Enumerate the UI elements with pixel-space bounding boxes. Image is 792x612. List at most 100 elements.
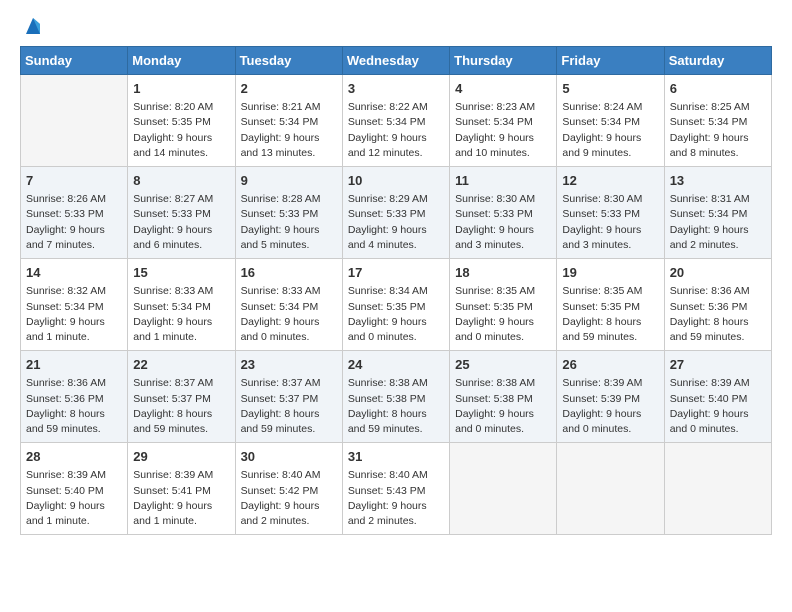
calendar-cell bbox=[557, 443, 664, 535]
calendar-cell: 2 Sunrise: 8:21 AM Sunset: 5:34 PM Daylig… bbox=[235, 75, 342, 167]
day-info: Sunrise: 8:30 AM Sunset: 5:33 PM Dayligh… bbox=[562, 192, 658, 253]
day-number: 20 bbox=[670, 264, 766, 282]
calendar-cell: 17Sunrise: 8:34 AM Sunset: 5:35 PM Dayli… bbox=[342, 259, 449, 351]
day-number: 2 bbox=[241, 80, 337, 98]
day-info: Sunrise: 8:39 AM Sunset: 5:40 PM Dayligh… bbox=[26, 468, 122, 529]
calendar-cell: 13 Sunrise: 8:31 AM Sunset: 5:34 PM Dayli… bbox=[664, 167, 771, 259]
calendar-cell bbox=[450, 443, 557, 535]
calendar-week-row: 14Sunrise: 8:32 AM Sunset: 5:34 PM Dayli… bbox=[21, 259, 772, 351]
day-number: 22 bbox=[133, 356, 229, 374]
day-header-friday: Friday bbox=[557, 47, 664, 75]
calendar-week-row: 1 Sunrise: 8:20 AM Sunset: 5:35 PM Daylig… bbox=[21, 75, 772, 167]
day-number: 25 bbox=[455, 356, 551, 374]
day-info: Sunrise: 8:37 AM Sunset: 5:37 PM Dayligh… bbox=[133, 376, 229, 437]
day-info: Sunrise: 8:31 AM Sunset: 5:34 PM Dayligh… bbox=[670, 192, 766, 253]
calendar-table: SundayMondayTuesdayWednesdayThursdayFrid… bbox=[20, 46, 772, 535]
logo bbox=[20, 16, 44, 38]
day-info: Sunrise: 8:25 AM Sunset: 5:34 PM Dayligh… bbox=[670, 100, 766, 161]
calendar-cell: 19 Sunrise: 8:35 AM Sunset: 5:35 PM Dayli… bbox=[557, 259, 664, 351]
calendar-cell: 18 Sunrise: 8:35 AM Sunset: 5:35 PM Dayli… bbox=[450, 259, 557, 351]
day-info: Sunrise: 8:35 AM Sunset: 5:35 PM Dayligh… bbox=[562, 284, 658, 345]
day-info: Sunrise: 8:20 AM Sunset: 5:35 PM Dayligh… bbox=[133, 100, 229, 161]
calendar-cell: 22 Sunrise: 8:37 AM Sunset: 5:37 PM Dayli… bbox=[128, 351, 235, 443]
day-info: Sunrise: 8:37 AM Sunset: 5:37 PM Dayligh… bbox=[241, 376, 337, 437]
calendar-cell: 29 Sunrise: 8:39 AM Sunset: 5:41 PM Dayli… bbox=[128, 443, 235, 535]
day-number: 29 bbox=[133, 448, 229, 466]
day-number: 17 bbox=[348, 264, 444, 282]
day-info: Sunrise: 8:22 AM Sunset: 5:34 PM Dayligh… bbox=[348, 100, 444, 161]
day-info: Sunrise: 8:39 AM Sunset: 5:40 PM Dayligh… bbox=[670, 376, 766, 437]
calendar-cell: 28Sunrise: 8:39 AM Sunset: 5:40 PM Dayli… bbox=[21, 443, 128, 535]
day-number: 1 bbox=[133, 80, 229, 98]
day-number: 11 bbox=[455, 172, 551, 190]
calendar-cell bbox=[664, 443, 771, 535]
day-info: Sunrise: 8:26 AM Sunset: 5:33 PM Dayligh… bbox=[26, 192, 122, 253]
day-header-tuesday: Tuesday bbox=[235, 47, 342, 75]
day-info: Sunrise: 8:33 AM Sunset: 5:34 PM Dayligh… bbox=[133, 284, 229, 345]
day-number: 10 bbox=[348, 172, 444, 190]
calendar-cell: 6 Sunrise: 8:25 AM Sunset: 5:34 PM Daylig… bbox=[664, 75, 771, 167]
calendar-week-row: 7 Sunrise: 8:26 AM Sunset: 5:33 PM Daylig… bbox=[21, 167, 772, 259]
day-info: Sunrise: 8:29 AM Sunset: 5:33 PM Dayligh… bbox=[348, 192, 444, 253]
calendar-cell: 7 Sunrise: 8:26 AM Sunset: 5:33 PM Daylig… bbox=[21, 167, 128, 259]
day-info: Sunrise: 8:40 AM Sunset: 5:42 PM Dayligh… bbox=[241, 468, 337, 529]
calendar-cell: 21 Sunrise: 8:36 AM Sunset: 5:36 PM Dayli… bbox=[21, 351, 128, 443]
day-number: 12 bbox=[562, 172, 658, 190]
calendar-cell: 15 Sunrise: 8:33 AM Sunset: 5:34 PM Dayli… bbox=[128, 259, 235, 351]
day-number: 30 bbox=[241, 448, 337, 466]
day-info: Sunrise: 8:21 AM Sunset: 5:34 PM Dayligh… bbox=[241, 100, 337, 161]
calendar-cell bbox=[21, 75, 128, 167]
day-info: Sunrise: 8:30 AM Sunset: 5:33 PM Dayligh… bbox=[455, 192, 551, 253]
day-info: Sunrise: 8:32 AM Sunset: 5:34 PM Dayligh… bbox=[26, 284, 122, 345]
calendar-cell: 9Sunrise: 8:28 AM Sunset: 5:33 PM Daylig… bbox=[235, 167, 342, 259]
day-number: 7 bbox=[26, 172, 122, 190]
day-number: 18 bbox=[455, 264, 551, 282]
calendar-cell: 30 Sunrise: 8:40 AM Sunset: 5:42 PM Dayli… bbox=[235, 443, 342, 535]
calendar-cell: 20Sunrise: 8:36 AM Sunset: 5:36 PM Dayli… bbox=[664, 259, 771, 351]
day-number: 24 bbox=[348, 356, 444, 374]
calendar-cell: 23Sunrise: 8:37 AM Sunset: 5:37 PM Dayli… bbox=[235, 351, 342, 443]
calendar-cell: 12 Sunrise: 8:30 AM Sunset: 5:33 PM Dayli… bbox=[557, 167, 664, 259]
day-info: Sunrise: 8:39 AM Sunset: 5:39 PM Dayligh… bbox=[562, 376, 658, 437]
calendar-cell: 14Sunrise: 8:32 AM Sunset: 5:34 PM Dayli… bbox=[21, 259, 128, 351]
calendar-cell: 8 Sunrise: 8:27 AM Sunset: 5:33 PM Daylig… bbox=[128, 167, 235, 259]
day-info: Sunrise: 8:40 AM Sunset: 5:43 PM Dayligh… bbox=[348, 468, 444, 529]
day-info: Sunrise: 8:28 AM Sunset: 5:33 PM Dayligh… bbox=[241, 192, 337, 253]
day-number: 19 bbox=[562, 264, 658, 282]
day-info: Sunrise: 8:27 AM Sunset: 5:33 PM Dayligh… bbox=[133, 192, 229, 253]
day-number: 13 bbox=[670, 172, 766, 190]
day-info: Sunrise: 8:39 AM Sunset: 5:41 PM Dayligh… bbox=[133, 468, 229, 529]
calendar-cell: 31 Sunrise: 8:40 AM Sunset: 5:43 PM Dayli… bbox=[342, 443, 449, 535]
day-number: 21 bbox=[26, 356, 122, 374]
day-number: 6 bbox=[670, 80, 766, 98]
calendar-cell: 24 Sunrise: 8:38 AM Sunset: 5:38 PM Dayli… bbox=[342, 351, 449, 443]
calendar-cell: 3 Sunrise: 8:22 AM Sunset: 5:34 PM Daylig… bbox=[342, 75, 449, 167]
day-number: 3 bbox=[348, 80, 444, 98]
day-info: Sunrise: 8:36 AM Sunset: 5:36 PM Dayligh… bbox=[26, 376, 122, 437]
calendar-cell: 5 Sunrise: 8:24 AM Sunset: 5:34 PM Daylig… bbox=[557, 75, 664, 167]
day-header-sunday: Sunday bbox=[21, 47, 128, 75]
day-info: Sunrise: 8:38 AM Sunset: 5:38 PM Dayligh… bbox=[455, 376, 551, 437]
calendar-week-row: 28Sunrise: 8:39 AM Sunset: 5:40 PM Dayli… bbox=[21, 443, 772, 535]
calendar-cell: 26Sunrise: 8:39 AM Sunset: 5:39 PM Dayli… bbox=[557, 351, 664, 443]
day-header-wednesday: Wednesday bbox=[342, 47, 449, 75]
calendar-cell: 4 Sunrise: 8:23 AM Sunset: 5:34 PM Daylig… bbox=[450, 75, 557, 167]
day-number: 31 bbox=[348, 448, 444, 466]
day-header-saturday: Saturday bbox=[664, 47, 771, 75]
day-number: 8 bbox=[133, 172, 229, 190]
calendar-cell: 25 Sunrise: 8:38 AM Sunset: 5:38 PM Dayli… bbox=[450, 351, 557, 443]
day-number: 16 bbox=[241, 264, 337, 282]
day-info: Sunrise: 8:35 AM Sunset: 5:35 PM Dayligh… bbox=[455, 284, 551, 345]
day-info: Sunrise: 8:23 AM Sunset: 5:34 PM Dayligh… bbox=[455, 100, 551, 161]
day-number: 5 bbox=[562, 80, 658, 98]
day-info: Sunrise: 8:33 AM Sunset: 5:34 PM Dayligh… bbox=[241, 284, 337, 345]
calendar-cell: 27Sunrise: 8:39 AM Sunset: 5:40 PM Dayli… bbox=[664, 351, 771, 443]
day-number: 4 bbox=[455, 80, 551, 98]
logo-icon bbox=[22, 16, 44, 38]
calendar-week-row: 21 Sunrise: 8:36 AM Sunset: 5:36 PM Dayli… bbox=[21, 351, 772, 443]
day-info: Sunrise: 8:24 AM Sunset: 5:34 PM Dayligh… bbox=[562, 100, 658, 161]
day-info: Sunrise: 8:38 AM Sunset: 5:38 PM Dayligh… bbox=[348, 376, 444, 437]
calendar-cell: 10 Sunrise: 8:29 AM Sunset: 5:33 PM Dayli… bbox=[342, 167, 449, 259]
day-number: 15 bbox=[133, 264, 229, 282]
page-header bbox=[20, 16, 772, 38]
